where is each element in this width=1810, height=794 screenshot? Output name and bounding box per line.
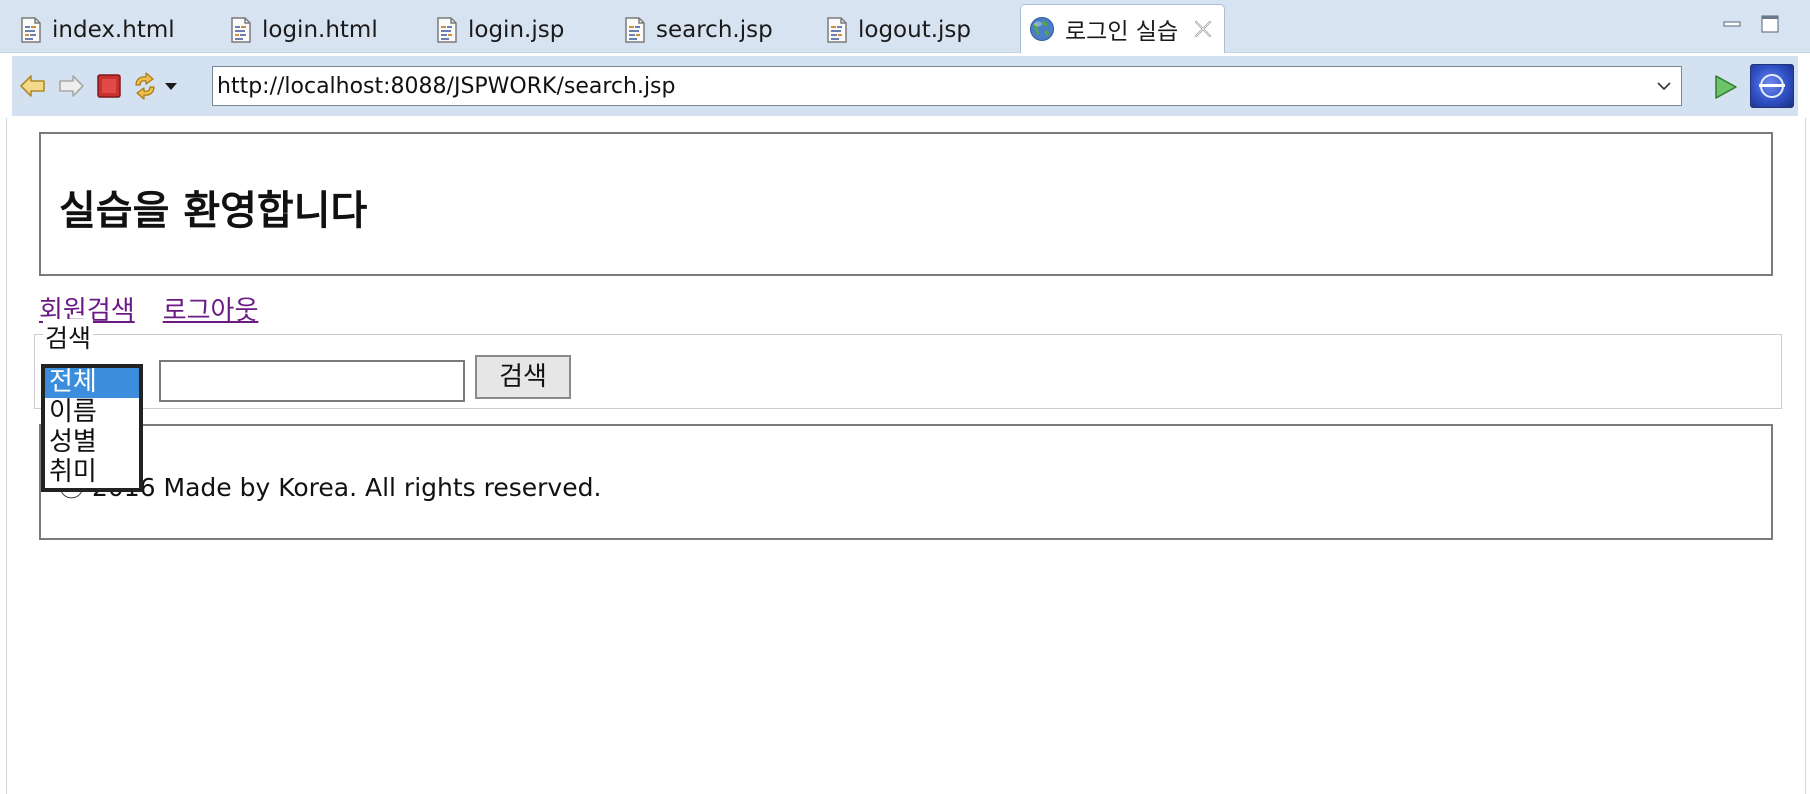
stop-button[interactable] bbox=[94, 71, 124, 101]
option-name[interactable]: 이름 bbox=[45, 398, 139, 428]
forward-arrow-icon bbox=[59, 75, 84, 97]
tab-logout-jsp[interactable]: logout.jsp bbox=[826, 8, 971, 52]
option-all[interactable]: 전체 bbox=[45, 368, 139, 398]
minimize-icon[interactable] bbox=[1722, 14, 1742, 34]
jsp-file-icon bbox=[625, 17, 645, 43]
history-dropdown-button[interactable] bbox=[160, 71, 182, 101]
close-tab-icon[interactable] bbox=[1192, 18, 1214, 40]
jsp-file-icon bbox=[437, 17, 457, 43]
back-arrow-icon bbox=[20, 75, 45, 97]
go-icon[interactable] bbox=[1710, 72, 1740, 102]
back-button[interactable] bbox=[18, 71, 48, 101]
tab-login-jsp[interactable]: login.jsp bbox=[436, 8, 564, 52]
chevron-down-icon[interactable] bbox=[1655, 77, 1673, 95]
tab-login-html[interactable]: login.html bbox=[230, 8, 378, 52]
search-input[interactable] bbox=[159, 360, 465, 402]
tab-search-jsp[interactable]: search.jsp bbox=[624, 8, 773, 52]
eclipse-logo-icon bbox=[1750, 64, 1794, 108]
search-button[interactable]: 검색 bbox=[475, 355, 571, 399]
tab-label: login.jsp bbox=[468, 17, 565, 43]
browser-window: index.html login.html login.jsp search.j… bbox=[0, 0, 1810, 794]
tab-index-html[interactable]: index.html bbox=[20, 8, 175, 52]
forward-button[interactable] bbox=[56, 71, 86, 101]
search-fieldset: 검색 검색 bbox=[34, 319, 1782, 409]
globe-icon bbox=[1030, 17, 1054, 41]
html-file-icon bbox=[21, 17, 41, 43]
search-legend: 검색 bbox=[43, 319, 94, 355]
tab-bar: index.html login.html login.jsp search.j… bbox=[0, 0, 1810, 53]
search-field-dropdown[interactable]: 전체 이름 성별 취미 bbox=[41, 364, 143, 492]
chevron-down-icon bbox=[165, 83, 177, 90]
page-title: 실습을 환영합니다 bbox=[59, 188, 368, 234]
tab-label: search.jsp bbox=[656, 17, 773, 43]
html-file-icon bbox=[231, 17, 251, 43]
address-bar[interactable] bbox=[212, 66, 1682, 106]
tab-label: logout.jsp bbox=[858, 17, 972, 43]
jsp-file-icon bbox=[827, 17, 847, 43]
option-hobby[interactable]: 취미 bbox=[45, 458, 139, 488]
page-viewport: 실습을 환영합니다 회원검색 로그아웃 검색 검색 ⓒ 2016 Made by… bbox=[6, 118, 1806, 794]
tab-label: login.html bbox=[262, 17, 378, 43]
logout-link[interactable]: 로그아웃 bbox=[163, 290, 259, 327]
tab-login-practice[interactable]: 로그인 실습 bbox=[1020, 4, 1226, 53]
maximize-icon[interactable] bbox=[1760, 14, 1780, 34]
page-header: 실습을 환영합니다 bbox=[39, 132, 1773, 276]
url-input[interactable] bbox=[217, 69, 1637, 103]
page-footer: ⓒ 2016 Made by Korea. All rights reserve… bbox=[39, 424, 1773, 540]
tab-label: 로그인 실습 bbox=[1065, 19, 1179, 45]
tab-label: index.html bbox=[52, 17, 175, 43]
refresh-icon bbox=[135, 72, 155, 100]
stop-icon bbox=[97, 74, 121, 98]
option-gender[interactable]: 성별 bbox=[45, 428, 139, 458]
refresh-button[interactable] bbox=[130, 71, 160, 101]
browser-toolbar bbox=[12, 56, 1798, 116]
